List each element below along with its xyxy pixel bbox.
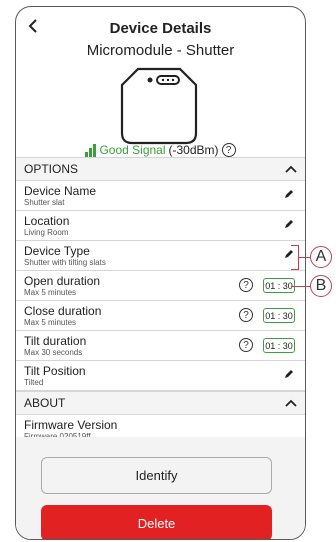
device-name-row[interactable]: Device Name Shutter slat bbox=[16, 181, 305, 211]
device-header: Device Details Micromodule - Shutter Goo… bbox=[16, 7, 305, 157]
pencil-icon[interactable] bbox=[283, 218, 295, 230]
tilt-duration-row: Tilt duration Max 30 seconds ? 01 : 30 bbox=[16, 331, 305, 361]
help-icon[interactable]: ? bbox=[239, 278, 253, 292]
row-value: Living Room bbox=[24, 228, 69, 237]
identify-button[interactable]: Identify bbox=[41, 457, 272, 494]
row-value: Max 5 minutes bbox=[24, 318, 77, 327]
help-icon[interactable]: ? bbox=[239, 308, 253, 322]
about-section-header[interactable]: ABOUT bbox=[16, 391, 305, 415]
close-duration-row: Close duration Max 5 minutes ? 01 : 30 bbox=[16, 301, 305, 331]
help-icon[interactable]: ? bbox=[239, 338, 253, 352]
row-label: Close duration bbox=[24, 304, 102, 318]
signal-value: (-30dBm) bbox=[168, 143, 219, 157]
row-label: Open duration bbox=[24, 274, 101, 288]
device-type-row[interactable]: Device Type Shutter with tilting slats bbox=[16, 241, 305, 271]
help-icon[interactable]: ? bbox=[221, 143, 236, 157]
row-label: Location bbox=[24, 214, 70, 228]
row-value: Max 5 minutes bbox=[24, 288, 77, 297]
tilt-position-row[interactable]: Tilt Position Tilted bbox=[16, 361, 305, 391]
options-list: Device Name Shutter slat Location Living… bbox=[16, 181, 305, 391]
row-label: Tilt duration bbox=[24, 334, 87, 348]
chevron-up-icon bbox=[285, 165, 297, 173]
row-label: Device Name bbox=[24, 184, 97, 198]
row-value: Shutter slat bbox=[24, 198, 65, 207]
callout-a-bracket-bottom bbox=[291, 269, 299, 271]
signal-label: Good Signal bbox=[99, 143, 166, 157]
row-value: Tilted bbox=[24, 378, 44, 387]
tilt-duration-input[interactable]: 01 : 30 bbox=[263, 338, 295, 353]
row-label: Tilt Position bbox=[24, 364, 86, 378]
delete-button[interactable]: Delete bbox=[41, 505, 272, 539]
row-value: Max 30 seconds bbox=[24, 348, 83, 357]
about-section-label: ABOUT bbox=[24, 396, 66, 410]
callout-a-label: A bbox=[310, 246, 332, 268]
signal-strength-icon bbox=[85, 143, 97, 157]
close-duration-input[interactable]: 01 : 30 bbox=[263, 308, 295, 323]
row-value: Shutter with tilting slats bbox=[24, 258, 106, 267]
pencil-icon[interactable] bbox=[283, 188, 295, 200]
options-section-label: OPTIONS bbox=[24, 162, 79, 176]
options-section-header[interactable]: OPTIONS bbox=[16, 157, 305, 181]
row-label: Device Type bbox=[24, 244, 90, 258]
chevron-up-icon bbox=[285, 399, 297, 407]
device-icon bbox=[120, 67, 198, 145]
callout-b-label: B bbox=[310, 275, 332, 297]
row-label: Firmware Version bbox=[24, 418, 118, 432]
page-title: Device Details bbox=[109, 20, 212, 37]
pencil-icon[interactable] bbox=[283, 248, 295, 260]
device-subtitle: Micromodule - Shutter bbox=[86, 42, 235, 59]
signal-status: Good Signal (-30dBm) ? bbox=[16, 143, 305, 157]
open-duration-row: Open duration Max 5 minutes ? 01 : 30 bbox=[16, 271, 305, 301]
phone-screen: Device Details Micromodule - Shutter Goo… bbox=[15, 6, 306, 540]
location-row[interactable]: Location Living Room bbox=[16, 211, 305, 241]
pencil-icon[interactable] bbox=[283, 368, 295, 380]
